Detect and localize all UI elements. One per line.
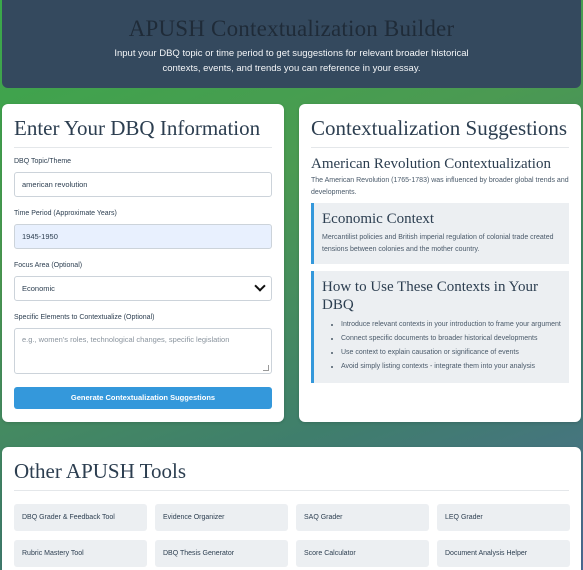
elements-label: Specific Elements to Contextualize (Opti… xyxy=(14,314,155,321)
tool-saq-grader-button[interactable]: SAQ Grader xyxy=(296,504,429,531)
chevron-down-icon xyxy=(254,280,266,292)
tool-thesis-generator-button[interactable]: DBQ Thesis Generator xyxy=(155,540,288,567)
howto-list: Introduce relevant contexts in your intr… xyxy=(322,319,561,372)
suggestions-heading: Contextualization Suggestions xyxy=(311,116,569,148)
dbq-info-form: Enter Your DBQ Information DBQ Topic/The… xyxy=(2,104,284,422)
context-title: Economic Context xyxy=(322,211,435,227)
elements-textarea[interactable]: e.g., women's roles, technological chang… xyxy=(14,328,272,374)
elements-placeholder: e.g., women's roles, technological chang… xyxy=(22,335,230,344)
form-heading: Enter Your DBQ Information xyxy=(14,116,272,148)
list-item: Avoid simply listing contexts - integrat… xyxy=(341,361,561,372)
tools-heading: Other APUSH Tools xyxy=(14,459,569,491)
list-item: Connect specific documents to broader hi… xyxy=(341,333,561,344)
economic-context-card: Economic Context Mercantilist policies a… xyxy=(311,203,569,264)
tool-rubric-mastery-button[interactable]: Rubric Mastery Tool xyxy=(14,540,147,567)
topic-title: American Revolution Contextualization xyxy=(311,156,551,172)
list-item: Use context to explain causation or sign… xyxy=(341,347,561,358)
tool-grid: DBQ Grader & Feedback Tool Evidence Orga… xyxy=(14,504,570,567)
resize-handle-icon[interactable] xyxy=(263,365,269,371)
list-item: Introduce relevant contexts in your intr… xyxy=(341,319,561,330)
topic-field-group: DBQ Topic/Theme american revolution xyxy=(14,158,272,197)
howto-card: How to Use These Contexts in Your DBQ In… xyxy=(311,271,569,383)
other-tools-panel: Other APUSH Tools DBQ Grader & Feedback … xyxy=(2,447,581,570)
tool-leq-grader-button[interactable]: LEQ Grader xyxy=(437,504,570,531)
period-label: Time Period (Approximate Years) xyxy=(14,210,117,217)
period-field-group: Time Period (Approximate Years) 1945-195… xyxy=(14,210,272,249)
howto-title: How to Use These Contexts in Your DBQ xyxy=(322,279,538,313)
focus-field-group: Focus Area (Optional) Economic xyxy=(14,262,272,301)
topic-label: DBQ Topic/Theme xyxy=(14,158,72,165)
topic-input[interactable]: american revolution xyxy=(14,172,272,197)
tool-document-analysis-button[interactable]: Document Analysis Helper xyxy=(437,540,570,567)
generate-button[interactable]: Generate Contextualization Suggestions xyxy=(14,387,272,409)
page-title: APUSH Contextualization Builder xyxy=(128,16,455,41)
tool-evidence-organizer-button[interactable]: Evidence Organizer xyxy=(155,504,288,531)
topic-intro: The American Revolution (1765-1783) was … xyxy=(311,177,569,196)
context-text: Mercantilist policies and British imperi… xyxy=(322,234,554,253)
suggestions-panel: Contextualization Suggestions American R… xyxy=(299,104,581,422)
period-input[interactable]: 1945-1950 xyxy=(14,224,272,249)
elements-field-group: Specific Elements to Contextualize (Opti… xyxy=(14,314,272,374)
tool-dbq-grader-button[interactable]: DBQ Grader & Feedback Tool xyxy=(14,504,147,531)
focus-select-value: Economic xyxy=(22,284,55,293)
focus-label: Focus Area (Optional) xyxy=(14,262,83,269)
focus-select[interactable]: Economic xyxy=(14,276,272,301)
tool-score-calculator-button[interactable]: Score Calculator xyxy=(296,540,429,567)
page-subtitle: Input your DBQ topic or time period to g… xyxy=(114,48,469,74)
page-header: APUSH Contextualization Builder Input yo… xyxy=(2,0,581,88)
